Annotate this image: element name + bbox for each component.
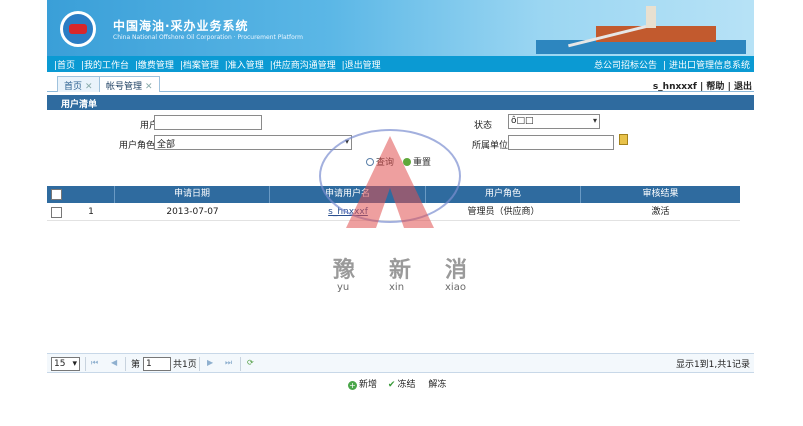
last-page-icon[interactable]: ⏭ [225, 359, 233, 367]
column-header[interactable]: 审核结果 [581, 186, 740, 203]
pagination-summary: 显示1到1,共1记录 [675, 360, 750, 370]
org-picker-icon[interactable] [619, 134, 628, 145]
close-icon[interactable]: ✕ [145, 82, 153, 92]
row-date: 2013-07-07 [166, 207, 219, 217]
add-button[interactable]: + 新增 [348, 380, 377, 390]
page-size-select[interactable]: 15 ▾ [51, 357, 80, 371]
nav-item-archives[interactable]: 档案管理 [183, 61, 219, 71]
status-select[interactable]: ô□□ ▾ [508, 114, 600, 129]
app-subtitle: China National Offshore Oil Corporation … [113, 34, 304, 41]
bottom-actions: + 新增 ✔ 冻结 解冻 [348, 377, 446, 390]
row-result: 激活 [651, 207, 670, 217]
user-bar: s_hnxxxf | 帮助 | 退出 [652, 82, 752, 92]
watermark-char: 消 [445, 258, 470, 283]
select-all-checkbox[interactable] [51, 189, 62, 200]
help-link[interactable]: 帮助 [706, 82, 724, 92]
plus-icon: + [348, 381, 357, 390]
watermark-pinyin: yu [337, 282, 350, 293]
header-banner: 中国海油·采办业务系统 China National Offshore Oil … [47, 0, 754, 56]
username-input[interactable] [154, 115, 262, 130]
row-index: 1 [88, 207, 94, 217]
check-icon: ✔ [387, 380, 396, 390]
oil-rig-illustration [536, 4, 746, 54]
nav-item-exit[interactable]: 退出管理 [345, 61, 381, 71]
nav-item-supplier-communication[interactable]: 供应商沟通管理 [273, 61, 336, 71]
nav-item-admission[interactable]: 准入管理 [228, 61, 264, 71]
status-label: 状态 [474, 121, 493, 131]
unfreeze-button[interactable]: 解冻 [428, 380, 446, 390]
watermark-char: 新 [389, 258, 414, 283]
column-header[interactable]: 申请日期 [115, 186, 270, 203]
chevron-down-icon: ▾ [592, 116, 597, 125]
app-title: 中国海油·采办业务系统 [113, 19, 249, 33]
watermark-pinyin: xiao [445, 282, 466, 293]
nav-item-workbench[interactable]: 我的工作台 [84, 61, 129, 71]
watermark-logo [319, 129, 461, 228]
section-title: 用户清单 [47, 95, 754, 110]
page-prefix: 第 [131, 360, 141, 370]
close-icon[interactable]: ✕ [85, 82, 93, 92]
nav-item-home[interactable]: 首页 [57, 61, 75, 71]
org-input[interactable] [508, 135, 614, 150]
page-total: 共1页 [173, 360, 197, 370]
nav-item-fees[interactable]: 缴费管理 [138, 61, 174, 71]
nav-item-tender-notice[interactable]: 总公司招标公告 [594, 61, 657, 71]
freeze-button[interactable]: ✔ 冻结 [380, 380, 416, 390]
tab-bar: 首页 ✕ 帐号管理 ✕ s_hnxxxf | 帮助 | 退出 [47, 74, 754, 92]
tab-home[interactable]: 首页 ✕ [57, 76, 100, 92]
logout-link[interactable]: 退出 [734, 82, 752, 92]
chevron-down-icon: ▾ [72, 359, 77, 369]
watermark-pinyin: xin [389, 282, 405, 293]
watermark-char: 豫 [333, 258, 358, 283]
tab-account-management[interactable]: 帐号管理 ✕ [99, 76, 160, 92]
org-label: 所属单位 [472, 141, 509, 151]
pagination-bar: 15 ▾ ⏮ ◀ 第 1 共1页 ▶ ⏭ ⟳ 显示1到1,共1记录 [47, 353, 754, 373]
role-label: 用户角色 [119, 141, 156, 151]
page-number-input[interactable]: 1 [143, 357, 171, 371]
nav-item-import-export[interactable]: 进出口管理信息系统 [669, 61, 750, 71]
main-nav: |首页 |我的工作台 |缴费管理 |档案管理 |准入管理 |供应商沟通管理 |退… [47, 56, 754, 72]
next-page-icon[interactable]: ▶ [207, 359, 215, 367]
prev-page-icon[interactable]: ◀ [111, 359, 119, 367]
cnooc-logo-icon [60, 11, 96, 47]
row-checkbox[interactable] [51, 207, 62, 218]
refresh-icon[interactable]: ⟳ [247, 359, 255, 367]
first-page-icon[interactable]: ⏮ [91, 359, 99, 367]
username: s_hnxxxf [652, 82, 697, 92]
